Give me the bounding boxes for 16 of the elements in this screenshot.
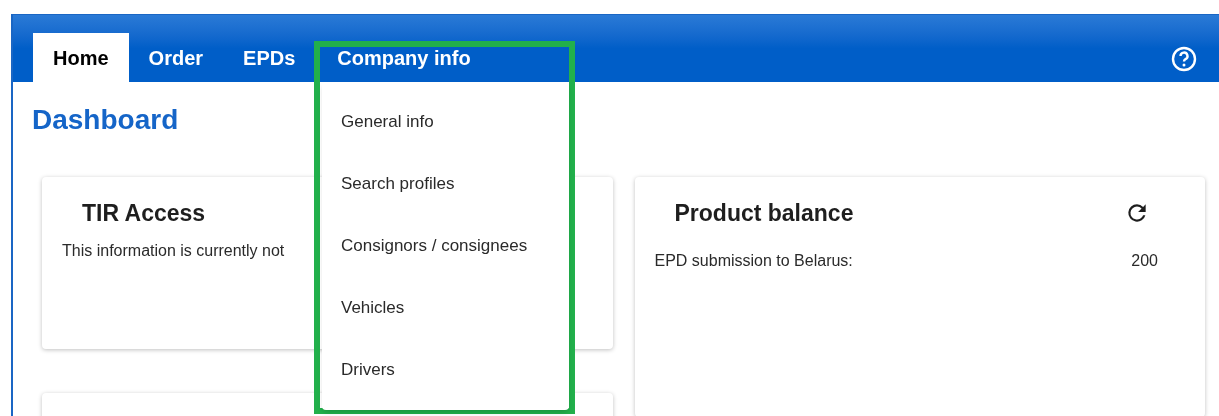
help-icon[interactable] bbox=[1171, 46, 1197, 72]
nav-tab[interactable]: EPDs bbox=[223, 33, 316, 82]
menu-item[interactable]: Search profiles bbox=[322, 153, 569, 215]
info-text: This information is currently not bbox=[62, 241, 285, 261]
menu-item[interactable]: Consignors / consignees bbox=[322, 215, 569, 277]
nav-tab[interactable]: Order bbox=[128, 33, 224, 82]
balance-value: 200 bbox=[1131, 251, 1158, 271]
menu-item[interactable]: Vehicles bbox=[322, 277, 569, 339]
nav-tab[interactable]: Company info bbox=[317, 33, 491, 82]
menu-item[interactable]: Drivers bbox=[322, 339, 569, 401]
page-title: Dashboard bbox=[32, 103, 179, 137]
card-title: Product balance bbox=[674, 199, 854, 227]
nav-tab[interactable]: Home bbox=[33, 33, 129, 82]
balance-label: EPD submission to Belarus: bbox=[654, 251, 853, 271]
menu-item[interactable]: General info bbox=[322, 91, 569, 153]
card-title: TIR Access bbox=[82, 199, 206, 227]
